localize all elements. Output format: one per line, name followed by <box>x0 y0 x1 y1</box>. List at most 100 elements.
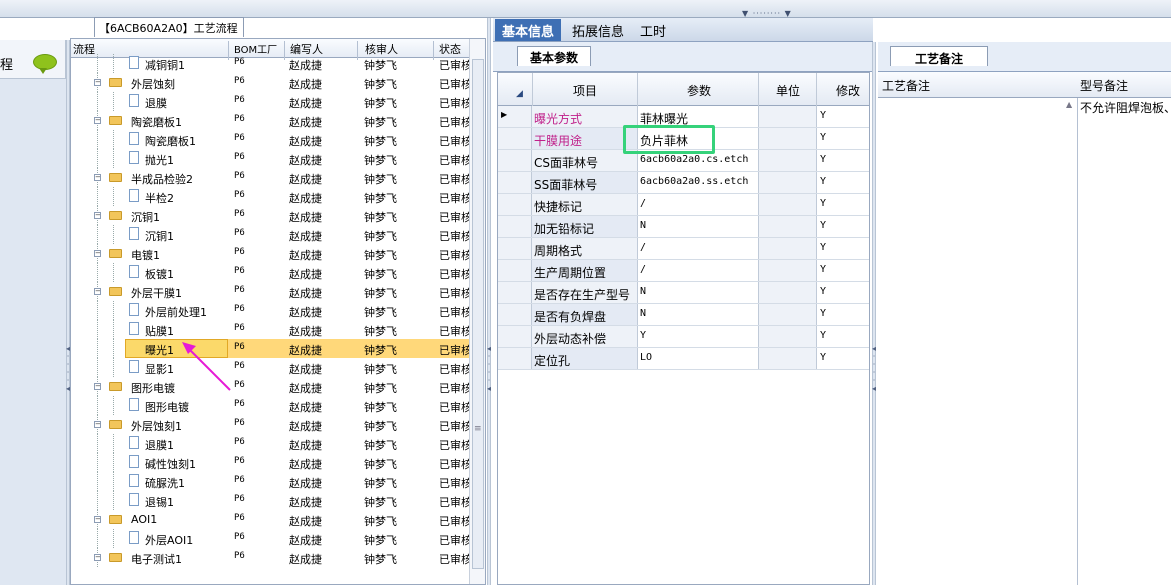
grid-param[interactable]: 6acb60a2a0.cs.etch <box>640 154 748 165</box>
collapse-toggle-icon[interactable]: − <box>94 516 101 523</box>
grid-unit[interactable] <box>759 238 816 259</box>
middle-splitter[interactable] <box>487 18 491 585</box>
row-header[interactable] <box>498 260 532 281</box>
grid-param[interactable]: / <box>640 242 646 253</box>
grid-param[interactable]: N <box>640 220 646 231</box>
tree-tab[interactable]: 【6ACB60A2A0】工艺流程 <box>94 17 244 37</box>
collapse-toggle-icon[interactable]: − <box>94 79 101 86</box>
tab-extended-info[interactable]: 拓展信息 <box>565 19 631 41</box>
row-header[interactable] <box>498 326 532 347</box>
tree-row-selected[interactable]: 曝光1 P6 赵成捷 钟梦飞 已审核 <box>71 339 469 358</box>
tree-row[interactable]: 显影1 P6 赵成捷 钟梦飞 已审核 <box>71 358 469 377</box>
col-model-remark[interactable]: 型号备注 <box>1076 72 1171 98</box>
grid-unit[interactable] <box>759 106 816 127</box>
grid-row[interactable]: SS面菲林号 6acb60a2a0.ss.etch Y <box>498 172 869 194</box>
tab-basic-info[interactable]: 基本信息 <box>495 19 562 41</box>
grid-unit[interactable] <box>759 348 816 369</box>
middle-splitter-grip[interactable]: ◂ · · · · ◂ <box>487 345 491 393</box>
grid-param[interactable]: / <box>640 198 646 209</box>
tree-row[interactable]: − AOI1 P6 赵成捷 钟梦飞 已审核 <box>71 510 469 529</box>
grid-row[interactable]: 周期格式 / Y <box>498 238 869 260</box>
tree-row[interactable]: 板镀1 P6 赵成捷 钟梦飞 已审核 <box>71 263 469 282</box>
grid-unit[interactable] <box>759 304 816 325</box>
chat-bubble-icon[interactable] <box>33 54 57 74</box>
tree-row[interactable]: 硫脲洗1 P6 赵成捷 钟梦飞 已审核 <box>71 472 469 491</box>
row-header[interactable] <box>498 194 532 215</box>
tree-row[interactable]: − 半成品检验2 P6 赵成捷 钟梦飞 已审核 <box>71 168 469 187</box>
grid-param[interactable]: / <box>640 264 646 275</box>
sort-corner-icon[interactable]: ◢ <box>516 89 523 99</box>
right-splitter-grip[interactable]: ◂ · · · · ◂ <box>872 345 876 393</box>
grid-unit[interactable] <box>759 282 816 303</box>
grid-row[interactable]: 是否存在生产型号 N Y <box>498 282 869 304</box>
tree-row[interactable]: − 外层干膜1 P6 赵成捷 钟梦飞 已审核 <box>71 282 469 301</box>
row-header[interactable] <box>498 348 532 369</box>
tab-process-remarks[interactable]: 工艺备注 <box>890 46 989 66</box>
tree-row[interactable]: − 外层蚀刻1 P6 赵成捷 钟梦飞 已审核 <box>71 415 469 434</box>
grid-row[interactable]: 加无铅标记 N Y <box>498 216 869 238</box>
grid-unit[interactable] <box>759 172 816 193</box>
row-header[interactable] <box>498 216 532 237</box>
grid-unit[interactable] <box>759 194 816 215</box>
collapse-toggle-icon[interactable]: − <box>94 554 101 561</box>
collapse-toggle-icon[interactable]: − <box>94 421 101 428</box>
grid-unit[interactable] <box>759 150 816 171</box>
tree-row[interactable]: 陶瓷磨板1 P6 赵成捷 钟梦飞 已审核 <box>71 130 469 149</box>
tree-row[interactable]: 沉铜1 P6 赵成捷 钟梦飞 已审核 <box>71 225 469 244</box>
collapse-toggle-icon[interactable]: − <box>94 212 101 219</box>
col-unit[interactable]: 单位 <box>776 82 800 99</box>
grid-param[interactable]: 6acb60a2a0.ss.etch <box>640 176 748 187</box>
row-header[interactable]: ▶ <box>498 106 532 127</box>
row-header[interactable] <box>498 150 532 171</box>
collapse-toggle-icon[interactable]: − <box>94 383 101 390</box>
grid-row[interactable]: 外层动态补偿 Y Y <box>498 326 869 348</box>
tree-row[interactable]: 图形电镀 P6 赵成捷 钟梦飞 已审核 <box>71 396 469 415</box>
row-header[interactable] <box>498 238 532 259</box>
tree-row[interactable]: 贴膜1 P6 赵成捷 钟梦飞 已审核 <box>71 320 469 339</box>
collapse-toggle-icon[interactable]: − <box>94 117 101 124</box>
grid-row[interactable]: 生产周期位置 / Y <box>498 260 869 282</box>
grid-unit[interactable] <box>759 216 816 237</box>
tree-row[interactable]: 退膜 P6 赵成捷 钟梦飞 已审核 <box>71 92 469 111</box>
row-header[interactable] <box>498 128 532 149</box>
col-process-remark[interactable]: 工艺备注 <box>878 72 1078 98</box>
tab-basic-params[interactable]: 基本参数 <box>517 46 592 66</box>
top-splitter-grip[interactable]: ▼ ········ ▼ <box>742 9 792 18</box>
tree-row[interactable]: 减铜铜1 P6 赵成捷 钟梦飞 已审核 <box>71 54 469 73</box>
grid-param[interactable]: N <box>640 308 646 319</box>
grid-unit[interactable] <box>759 128 816 149</box>
grid-param[interactable]: Y <box>640 330 646 341</box>
tree-row[interactable]: 碱性蚀刻1 P6 赵成捷 钟梦飞 已审核 <box>71 453 469 472</box>
row-header[interactable] <box>498 172 532 193</box>
grid-unit[interactable] <box>759 260 816 281</box>
tree-row[interactable]: 退锡1 P6 赵成捷 钟梦飞 已审核 <box>71 491 469 510</box>
col-edit[interactable]: 修改 <box>836 82 860 99</box>
tree-scrollbar[interactable]: ≡ <box>469 39 485 584</box>
grid-row[interactable]: 定位孔 LO Y <box>498 348 869 370</box>
grid-param[interactable]: N <box>640 286 646 297</box>
remark-scroll-icon[interactable]: ▲ <box>1066 100 1072 109</box>
collapse-toggle-icon[interactable]: − <box>94 250 101 257</box>
collapse-toggle-icon[interactable]: − <box>94 288 101 295</box>
tree-row[interactable]: 退膜1 P6 赵成捷 钟梦飞 已审核 <box>71 434 469 453</box>
tree-row[interactable]: − 图形电镀 P6 赵成捷 钟梦飞 已审核 <box>71 377 469 396</box>
tree-row[interactable]: − 沉铜1 P6 赵成捷 钟梦飞 已审核 <box>71 206 469 225</box>
tree-row[interactable]: − 外层蚀刻 P6 赵成捷 钟梦飞 已审核 <box>71 73 469 92</box>
tree-row[interactable]: − 电子测试1 P6 赵成捷 钟梦飞 已审核 <box>71 548 469 567</box>
row-header[interactable] <box>498 304 532 325</box>
row-header[interactable] <box>498 282 532 303</box>
grid-row[interactable]: 快捷标记 / Y <box>498 194 869 216</box>
tree-row[interactable]: − 陶瓷磨板1 P6 赵成捷 钟梦飞 已审核 <box>71 111 469 130</box>
col-param[interactable]: 参数 <box>687 82 711 99</box>
tree-row[interactable]: − 电镀1 P6 赵成捷 钟梦飞 已审核 <box>71 244 469 263</box>
tab-work-hours[interactable]: 工时 <box>633 19 673 41</box>
collapse-toggle-icon[interactable]: − <box>94 174 101 181</box>
right-splitter[interactable] <box>872 42 876 585</box>
tree-row[interactable]: 外层前处理1 P6 赵成捷 钟梦飞 已审核 <box>71 301 469 320</box>
grid-row[interactable]: 是否有负焊盘 N Y <box>498 304 869 326</box>
tree-row[interactable]: 外层AOI1 P6 赵成捷 钟梦飞 已审核 <box>71 529 469 548</box>
grid-param[interactable]: LO <box>640 352 652 363</box>
grid-unit[interactable] <box>759 326 816 347</box>
tree-row[interactable]: 抛光1 P6 赵成捷 钟梦飞 已审核 <box>71 149 469 168</box>
col-item[interactable]: 项目 <box>573 82 597 99</box>
